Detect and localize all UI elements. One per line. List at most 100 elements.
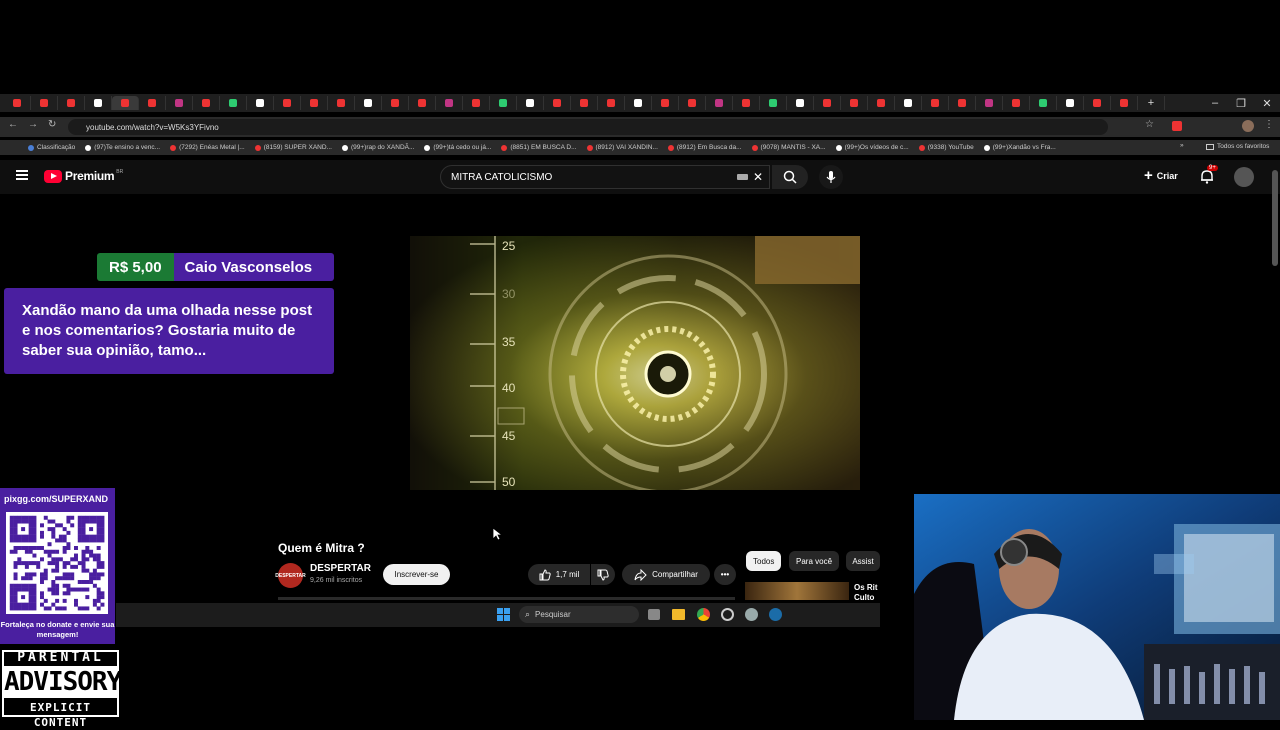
url-input[interactable]: youtube.com/watch?v=W5Ks3YFivno	[68, 119, 1108, 135]
like-button[interactable]: 1,7 mil	[528, 564, 590, 585]
keyboard-icon[interactable]	[737, 174, 748, 180]
extension-icon[interactable]	[1172, 121, 1182, 131]
youtube-logo[interactable]: Premium BR	[44, 169, 123, 183]
browser-tab[interactable]	[571, 96, 598, 110]
browser-tab[interactable]	[976, 96, 1003, 110]
dislike-button[interactable]	[591, 564, 615, 585]
clear-search-icon[interactable]: ✕	[753, 170, 763, 184]
browser-tab[interactable]	[787, 96, 814, 110]
browser-tab[interactable]	[4, 96, 31, 110]
browser-tab[interactable]	[814, 96, 841, 110]
browser-tab[interactable]	[760, 96, 787, 110]
browser-tab[interactable]	[220, 96, 247, 110]
browser-tab[interactable]	[1111, 96, 1138, 110]
more-actions-icon[interactable]: •••	[714, 564, 736, 585]
browser-tab[interactable]	[706, 96, 733, 110]
app-taskbar-icon[interactable]	[721, 608, 734, 621]
browser-tab[interactable]	[112, 96, 139, 110]
chrome-taskbar-icon[interactable]	[697, 608, 710, 621]
chip-for-you[interactable]: Para você	[789, 551, 840, 571]
reload-icon[interactable]: ↻	[48, 119, 56, 130]
bookmark-item[interactable]: (7292) Enéas Metal |...	[170, 144, 245, 151]
bookmark-item[interactable]: (99+)rap do XANDÃ...	[341, 144, 414, 151]
more-bookmarks-icon[interactable]: »	[1180, 142, 1184, 149]
page-scrollbar[interactable]	[1272, 170, 1278, 266]
notifications-button[interactable]: 9+	[1200, 165, 1218, 189]
browser-tab[interactable]	[463, 96, 490, 110]
browser-tab[interactable]	[328, 96, 355, 110]
bookmark-item[interactable]: (99+)Xandão vs Fra...	[983, 144, 1056, 151]
browser-tab[interactable]	[31, 96, 58, 110]
browser-tab[interactable]	[193, 96, 220, 110]
browser-tab[interactable]	[949, 96, 976, 110]
bookmark-item[interactable]: (8159) SUPER XAND...	[254, 144, 332, 151]
bookmark-item[interactable]: (8912) VAI XANDIN...	[586, 144, 658, 151]
profile-avatar[interactable]	[1242, 120, 1254, 132]
browser-tab[interactable]	[1003, 96, 1030, 110]
browser-tab[interactable]	[436, 96, 463, 110]
browser-tab[interactable]	[1057, 96, 1084, 110]
browser-tab[interactable]	[58, 96, 85, 110]
all-bookmarks-folder[interactable]: Todos os favoritos	[1206, 143, 1269, 150]
browser-tab[interactable]	[409, 96, 436, 110]
back-icon[interactable]: ←	[8, 119, 18, 130]
windows-start-icon[interactable]	[497, 608, 510, 621]
browser-tab[interactable]	[733, 96, 760, 110]
minimize-icon[interactable]: –	[1202, 94, 1228, 112]
browser-tab[interactable]	[166, 96, 193, 110]
create-button[interactable]: + Criar	[1144, 168, 1178, 183]
file-explorer-icon[interactable]	[672, 609, 685, 620]
browser-tab[interactable]	[625, 96, 652, 110]
browser-tab[interactable]	[679, 96, 706, 110]
taskbar-search[interactable]: ⌕ Pesquisar	[519, 606, 639, 623]
related-video-title[interactable]: Os Rit Culto	[854, 583, 880, 601]
chip-all[interactable]: Todos	[746, 551, 782, 571]
subscribe-button[interactable]: Inscrever-se	[383, 564, 450, 585]
browser-tab[interactable]	[85, 96, 112, 110]
menu-icon[interactable]	[16, 170, 28, 180]
browser-tab[interactable]	[868, 96, 895, 110]
settings-taskbar-icon[interactable]	[745, 608, 758, 621]
maximize-icon[interactable]: ❐	[1228, 94, 1254, 112]
browser-tab[interactable]	[247, 96, 274, 110]
account-avatar[interactable]	[1234, 167, 1254, 187]
browser-tab[interactable]	[139, 96, 166, 110]
channel-avatar[interactable]: DESPERTAR	[275, 563, 306, 588]
bookmark-item[interactable]: (8851) EM BUSCA D...	[501, 144, 577, 151]
search-input[interactable]: MITRA CATOLICISMO ✕	[440, 165, 770, 189]
browser-tab[interactable]	[544, 96, 571, 110]
browser-tab[interactable]	[1084, 96, 1111, 110]
search-button[interactable]	[772, 165, 808, 189]
browser-tab[interactable]	[922, 96, 949, 110]
related-video-thumbnail[interactable]	[745, 582, 849, 600]
bookmark-item[interactable]: (9338) YouTube	[918, 144, 974, 151]
browser-tab[interactable]	[355, 96, 382, 110]
browser-tab[interactable]	[301, 96, 328, 110]
steam-taskbar-icon[interactable]	[769, 608, 782, 621]
channel-name[interactable]: DESPERTAR	[310, 563, 371, 574]
close-window-icon[interactable]: ✕	[1254, 94, 1280, 112]
forward-icon[interactable]: →	[28, 119, 38, 130]
bookmark-item[interactable]: (9078) MANTIS - XA...	[751, 144, 826, 151]
bookmark-item[interactable]: (97)Te ensino a venc...	[85, 144, 160, 151]
browser-tab[interactable]	[895, 96, 922, 110]
chip-watched[interactable]: Assist	[846, 551, 880, 571]
bookmark-item[interactable]: (99+)Os vídeos de c...	[835, 144, 909, 151]
browser-tab[interactable]	[517, 96, 544, 110]
browser-tab[interactable]	[598, 96, 625, 110]
browser-tab[interactable]	[1030, 96, 1057, 110]
browser-tab[interactable]	[490, 96, 517, 110]
bookmark-item[interactable]: Classificação	[28, 144, 75, 151]
browser-tab[interactable]	[652, 96, 679, 110]
voice-search-button[interactable]	[819, 165, 843, 189]
browser-tab[interactable]	[382, 96, 409, 110]
bookmark-item[interactable]: (99+)tá cedo ou já...	[424, 144, 491, 151]
chrome-menu-icon[interactable]: ⋮	[1264, 119, 1274, 130]
task-view-icon[interactable]	[648, 609, 660, 620]
share-button[interactable]: Compartilhar	[622, 564, 710, 585]
bookmark-star-icon[interactable]: ☆	[1145, 119, 1154, 130]
browser-tab[interactable]	[841, 96, 868, 110]
video-player[interactable]: 25 30 35 40 45 50	[410, 236, 860, 490]
bookmark-item[interactable]: (8912) Em Busca da...	[667, 144, 742, 151]
new-tab-icon[interactable]: +	[1138, 96, 1165, 110]
